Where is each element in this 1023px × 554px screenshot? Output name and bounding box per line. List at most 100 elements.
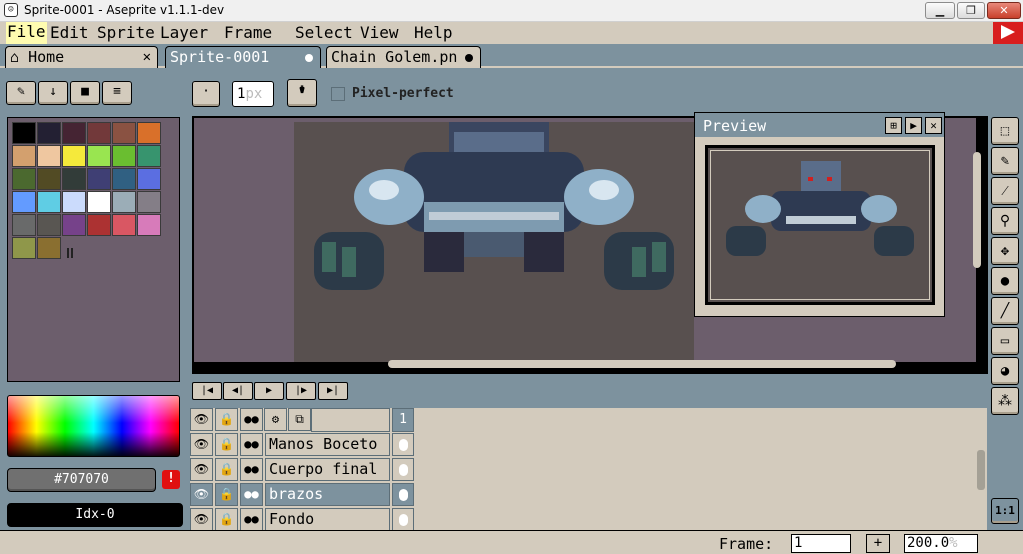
contour-tool[interactable]: ◕ — [991, 357, 1019, 385]
preview-play-button[interactable]: ▶ — [905, 117, 922, 134]
tab-sprite-0001[interactable]: Sprite-0001 — [165, 46, 321, 68]
palette-load-button[interactable]: ↓ — [38, 81, 68, 105]
pixel-perfect-checkbox[interactable] — [331, 87, 345, 101]
eye-icon[interactable]: 👁 — [190, 458, 213, 481]
palette-swatch[interactable] — [137, 168, 161, 190]
menu-frame[interactable]: Frame — [224, 23, 272, 42]
palette-options-button[interactable]: ≡ — [102, 81, 132, 105]
layer-name[interactable]: Fondo — [265, 508, 390, 531]
zoom-1-1-button[interactable]: 1:1 — [991, 498, 1019, 524]
eyedropper-tool[interactable]: ⁄ — [991, 177, 1019, 205]
palette-resize-icon[interactable] — [67, 248, 73, 258]
palette-swatch[interactable] — [87, 145, 111, 167]
brush-size-input[interactable]: 1px — [232, 81, 274, 107]
palette-swatch[interactable] — [12, 214, 36, 236]
menu-layer[interactable]: Layer — [160, 23, 208, 42]
ink-type-button[interactable]: ⚱ — [287, 79, 317, 107]
palette-swatch[interactable] — [62, 191, 86, 213]
palette-swatch[interactable] — [112, 122, 136, 144]
zoom-input[interactable]: 200.0% — [904, 534, 978, 553]
layer-name[interactable]: Cuerpo final — [265, 458, 390, 481]
continuous-icon[interactable]: ●● — [240, 433, 263, 456]
palette-swatch[interactable] — [37, 237, 61, 259]
edit-palette-button[interactable]: ✎ — [6, 81, 36, 105]
palette-swatch[interactable] — [112, 214, 136, 236]
layer-row-selected[interactable]: 👁 🔒 ●● brazos — [190, 483, 416, 507]
pencil-tool[interactable]: ✎ — [991, 147, 1019, 175]
tab-chain-golem[interactable]: Chain Golem.pn — [326, 46, 481, 68]
palette-swatch[interactable] — [62, 214, 86, 236]
menu-select[interactable]: Select — [295, 23, 353, 42]
menu-view[interactable]: View — [360, 23, 399, 42]
palette-swatch[interactable] — [87, 214, 111, 236]
modified-dot-icon[interactable] — [465, 54, 473, 62]
cel[interactable] — [392, 508, 414, 531]
palette-swatch[interactable] — [12, 237, 36, 259]
sprite-canvas[interactable] — [294, 122, 694, 362]
palette-swatch[interactable] — [137, 214, 161, 236]
zoom-tool[interactable]: ⚲ — [991, 207, 1019, 235]
move-tool[interactable]: ✥ — [991, 237, 1019, 265]
close-icon[interactable]: ✕ — [143, 47, 151, 67]
add-frame-button[interactable]: + — [866, 534, 890, 553]
palette-swatch[interactable] — [37, 122, 61, 144]
line-tool[interactable]: ╱ — [991, 297, 1019, 325]
palette-swatch[interactable] — [12, 145, 36, 167]
minimize-button[interactable]: ▁ — [925, 2, 955, 19]
eye-icon[interactable]: 👁 — [190, 483, 213, 506]
palette-swatch[interactable] — [37, 145, 61, 167]
color-spectrum[interactable] — [7, 395, 180, 457]
palette-swatch[interactable] — [112, 168, 136, 190]
palette-swatch[interactable] — [112, 191, 136, 213]
cel[interactable] — [392, 433, 414, 456]
close-window-button[interactable]: ✕ — [987, 2, 1021, 19]
palette-swatch[interactable] — [12, 191, 36, 213]
eye-icon[interactable]: 👁 — [190, 508, 213, 531]
vertical-scrollbar[interactable] — [973, 152, 981, 268]
hex-color-field[interactable]: #707070 — [7, 468, 156, 492]
preview-titlebar[interactable]: Preview ⊞ ▶ ✕ — [695, 113, 944, 137]
layer-row[interactable]: 👁 🔒 ●● Cuerpo final — [190, 458, 416, 482]
menu-sprite[interactable]: Sprite — [97, 23, 155, 42]
cel[interactable] — [392, 458, 414, 481]
menu-help[interactable]: Help — [414, 23, 453, 42]
notifications-flag-icon[interactable] — [993, 22, 1023, 44]
fill-tool[interactable]: ● — [991, 267, 1019, 295]
palette-swatch[interactable] — [87, 168, 111, 190]
maximize-button[interactable]: ❐ — [957, 2, 985, 19]
continuous-icon[interactable]: ●● — [240, 408, 263, 431]
palette-swatch[interactable] — [62, 168, 86, 190]
color-index-field[interactable]: Idx-0 — [7, 503, 183, 527]
continuous-icon[interactable]: ●● — [240, 483, 263, 506]
last-frame-button[interactable]: ▶| — [318, 382, 348, 400]
preview-center-button[interactable]: ⊞ — [885, 117, 902, 134]
palette-swatch[interactable] — [87, 191, 111, 213]
palette-swatch[interactable] — [137, 122, 161, 144]
continuous-icon[interactable]: ●● — [240, 508, 263, 531]
lock-icon[interactable]: 🔒 — [215, 458, 238, 481]
brush-type-button[interactable]: · — [192, 81, 220, 107]
lock-icon[interactable]: 🔒 — [215, 483, 238, 506]
gear-icon[interactable]: ⚙ — [264, 408, 287, 431]
palette-swatch[interactable] — [137, 145, 161, 167]
palette-swatch[interactable] — [37, 214, 61, 236]
next-frame-button[interactable]: |▶ — [286, 382, 316, 400]
menu-edit[interactable]: Edit — [50, 23, 89, 42]
palette-swatch[interactable] — [37, 191, 61, 213]
palette-swatch[interactable] — [12, 122, 36, 144]
blur-tool[interactable]: ⁂ — [991, 387, 1019, 415]
palette-swatch[interactable] — [112, 145, 136, 167]
menu-file[interactable]: File — [6, 22, 47, 44]
onion-skin-icon[interactable]: ⧉ — [288, 408, 311, 431]
horizontal-scrollbar[interactable] — [388, 360, 896, 368]
palette-swatch[interactable] — [137, 191, 161, 213]
frame-header[interactable]: 1 — [392, 408, 414, 432]
layer-name[interactable]: brazos — [265, 483, 390, 506]
frame-input[interactable]: 1 — [791, 534, 851, 553]
palette-swatch[interactable] — [87, 122, 111, 144]
rectangle-tool[interactable]: ▭ — [991, 327, 1019, 355]
eye-icon[interactable]: 👁 — [190, 408, 213, 431]
lock-icon[interactable]: 🔒 — [215, 433, 238, 456]
prev-frame-button[interactable]: ◀| — [223, 382, 253, 400]
play-button[interactable]: ▶ — [254, 382, 284, 400]
